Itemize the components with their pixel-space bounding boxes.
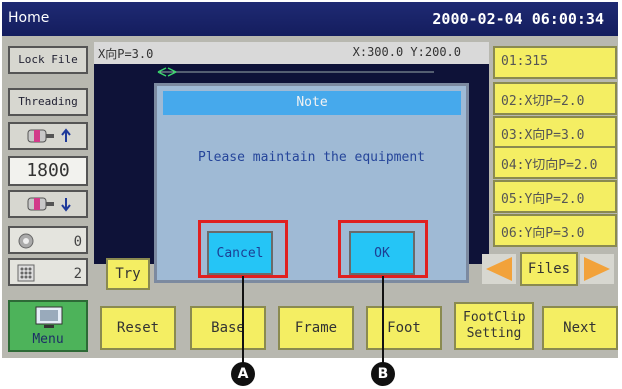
program-item-label: 02:X切P=2.0 xyxy=(501,94,585,109)
threading-label: Threading xyxy=(18,95,78,108)
try-label: Try xyxy=(115,266,141,282)
footclip-setting-label: FootClip Setting xyxy=(463,310,526,341)
frame-button[interactable]: Frame xyxy=(278,306,354,350)
bobbin-counter[interactable]: 0 xyxy=(8,226,88,254)
pitch-readout: X向P=3.0 xyxy=(98,47,154,61)
files-button[interactable]: Files xyxy=(520,252,578,286)
base-button[interactable]: Base xyxy=(190,306,266,350)
piece-count: 2 xyxy=(73,266,82,282)
cancel-highlight xyxy=(198,220,288,278)
lock-file-button[interactable]: Lock File xyxy=(8,46,88,74)
home-title: Home xyxy=(8,10,50,26)
piece-counter[interactable]: 2 xyxy=(8,258,88,286)
threading-button[interactable]: Threading xyxy=(8,88,88,116)
foot-label: Foot xyxy=(387,320,421,336)
program-item-3[interactable]: 03:X向P=3.0 xyxy=(493,116,617,149)
foot-button[interactable]: Foot xyxy=(366,306,442,350)
program-item-label: 06:Y向P=3.0 xyxy=(501,226,585,241)
lock-file-label: Lock File xyxy=(18,53,78,66)
spool-up-icon xyxy=(27,128,71,143)
speed-up-button[interactable] xyxy=(8,122,88,150)
hmi-screen: Home 2000-02-04 06:00:34 Lock File Threa… xyxy=(2,2,618,358)
menu-label: Menu xyxy=(32,332,64,347)
program-item-5[interactable]: 05:Y向P=2.0 xyxy=(493,180,617,213)
program-item-label: 03:X向P=3.0 xyxy=(501,128,585,143)
callout-b: B xyxy=(371,362,395,386)
frame-label: Frame xyxy=(294,320,338,336)
spool-down-icon xyxy=(27,197,71,212)
next-button[interactable]: Next xyxy=(542,306,618,350)
coordinate-readout: X:300.0 Y:200.0 xyxy=(352,45,461,59)
reset-button[interactable]: Reset xyxy=(100,306,176,350)
arrow-left-icon[interactable] xyxy=(482,254,518,284)
menu-button[interactable]: Menu xyxy=(8,300,88,352)
monitor-icon xyxy=(35,306,63,328)
speed-display: 1800 xyxy=(8,156,88,186)
dialog-title: Note xyxy=(163,91,461,115)
callout-b-line xyxy=(382,276,384,364)
program-item-1[interactable]: 01:315 xyxy=(493,46,617,79)
callout-a-line xyxy=(242,276,244,364)
files-label: Files xyxy=(527,261,571,277)
program-item-4[interactable]: 04:Y切向P=2.0 xyxy=(493,146,617,179)
workarea-header: X向P=3.0 X:300.0 Y:200.0 xyxy=(94,42,489,64)
program-item-label: 05:Y向P=2.0 xyxy=(501,192,585,207)
callout-a: A xyxy=(231,362,255,386)
reset-label: Reset xyxy=(116,320,160,336)
base-label: Base xyxy=(211,320,245,336)
program-item-2[interactable]: 02:X切P=2.0 xyxy=(493,82,617,115)
grid-counter-icon xyxy=(17,264,35,282)
footclip-setting-button[interactable]: FootClip Setting xyxy=(454,302,534,350)
next-label: Next xyxy=(563,320,597,336)
speed-down-button[interactable] xyxy=(8,190,88,218)
file-navigator: Files xyxy=(482,250,616,290)
bobbin-count: 0 xyxy=(73,234,82,250)
program-item-6[interactable]: 06:Y向P=3.0 xyxy=(493,214,617,247)
title-bar: Home 2000-02-04 06:00:34 xyxy=(2,2,618,36)
program-item-label: 04:Y切向P=2.0 xyxy=(501,158,598,173)
dialog-message: Please maintain the equipment xyxy=(198,150,425,165)
datetime-display: 2000-02-04 06:00:34 xyxy=(432,10,604,28)
speed-value: 1800 xyxy=(26,160,70,181)
bobbin-icon xyxy=(18,233,34,249)
ok-highlight xyxy=(338,220,428,278)
try-button[interactable]: Try xyxy=(106,258,150,290)
program-item-label: 01:315 xyxy=(501,54,548,69)
arrow-right-icon[interactable] xyxy=(580,254,616,284)
